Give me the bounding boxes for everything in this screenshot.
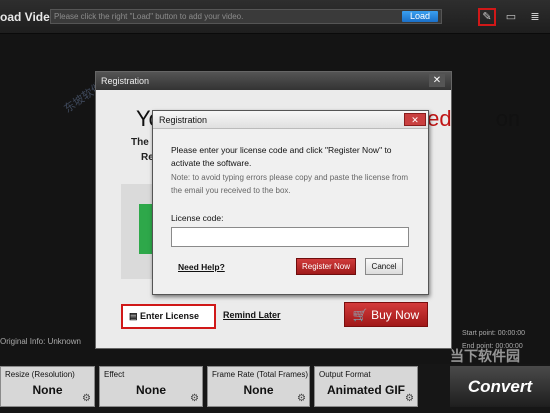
panel-value: None [32,383,63,397]
panel-value: None [243,383,274,397]
need-help-link[interactable]: Need Help? [178,262,225,272]
close-icon[interactable]: ✕ [429,74,445,87]
cart-icon: 🛒 [352,308,372,322]
license-code-input[interactable] [171,227,409,247]
headline-suffix: on [495,106,521,131]
close-icon[interactable]: ✕ [404,113,426,126]
dialog-title: Registration [153,111,428,129]
register-now-button[interactable]: Register Now [296,258,356,275]
license-icon: ▤ [129,311,141,321]
enter-license-button[interactable]: ▤ Enter License [121,304,216,329]
panel-value: None [136,383,166,397]
top-toolbar: oad Video: Please click the right "Load"… [0,0,550,34]
video-path-input[interactable]: Please click the right "Load" button to … [50,9,442,24]
start-point: Start point: 00:00:00 [462,330,526,337]
logo-watermark: 当下软件园 [450,348,520,364]
panel-title: Frame Rate (Total Frames) [212,370,309,379]
resize-panel[interactable]: Resize (Resolution) None ⚙ [0,366,95,407]
panel-title: Effect [104,370,125,379]
original-info: Original Info: Unknown [0,337,81,346]
panel-value: Animated GIF [326,383,405,397]
list-icon[interactable]: ≣ [526,8,544,26]
frame-rate-panel[interactable]: Frame Rate (Total Frames) None ⚙ [207,366,310,407]
note-text: Note: to avoid typing errors please copy… [171,173,409,195]
side-text-1: The [131,137,149,148]
chat-icon[interactable]: ▭ [502,8,520,26]
output-format-panel[interactable]: Output Format Animated GIF ⚙ [314,366,418,407]
cancel-button[interactable]: Cancel [365,258,403,275]
buy-now-button[interactable]: 🛒 Buy Now [344,302,428,327]
remind-later-link[interactable]: Remind Later [223,310,281,320]
instruction-text: Please enter your license code and click… [171,145,392,168]
effect-panel[interactable]: Effect None ⚙ [99,366,203,407]
gear-icon[interactable]: ⚙ [405,393,414,404]
registration-dialog: Registration ✕ Please enter your license… [152,110,429,295]
gear-icon[interactable]: ⚙ [297,393,306,404]
load-button[interactable]: Load [402,11,438,22]
tag-icon[interactable]: ✎ [478,8,496,26]
gear-icon[interactable]: ⚙ [82,393,91,404]
panel-title: Resize (Resolution) [5,370,75,379]
license-code-label: License code: [171,213,224,223]
gear-icon[interactable]: ⚙ [190,393,199,404]
enter-license-label: Enter License [140,311,200,321]
buy-now-label: Buy Now [371,308,420,322]
dialog-title: Registration [96,72,451,90]
panel-title: Output Format [319,370,371,379]
convert-button[interactable]: Convert [450,366,550,407]
